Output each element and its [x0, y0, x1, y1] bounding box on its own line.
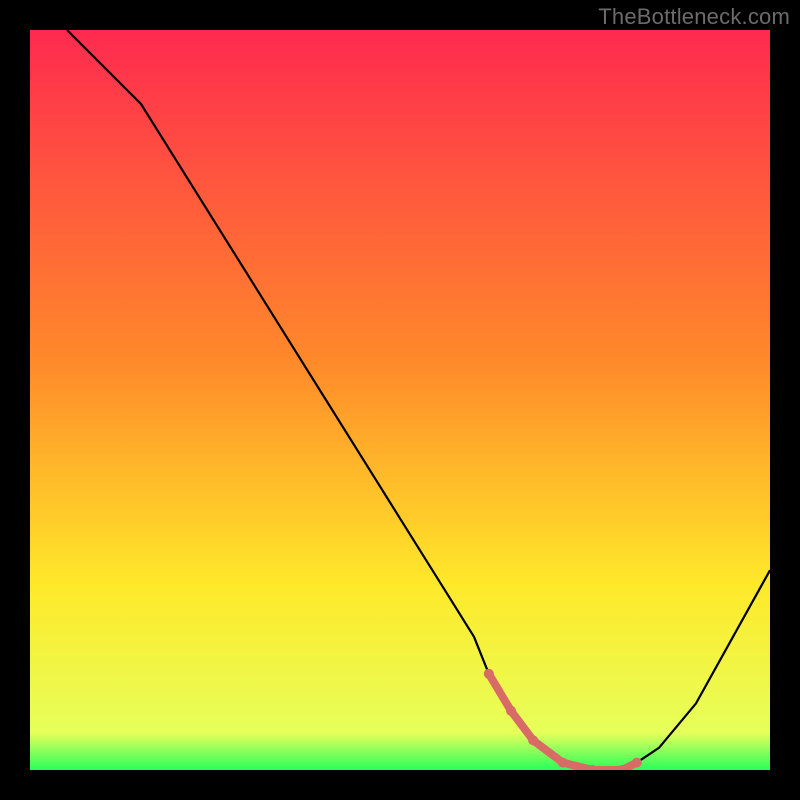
optimal-range-point: [528, 735, 538, 745]
gradient-background: [30, 30, 770, 770]
optimal-range-point: [506, 706, 516, 716]
optimal-range-point: [484, 669, 494, 679]
plot-area: [30, 30, 770, 770]
optimal-range-point: [632, 758, 642, 768]
chart-svg: [30, 30, 770, 770]
chart-frame: TheBottleneck.com: [0, 0, 800, 800]
optimal-range-point: [558, 758, 568, 768]
watermark-text: TheBottleneck.com: [598, 4, 790, 30]
